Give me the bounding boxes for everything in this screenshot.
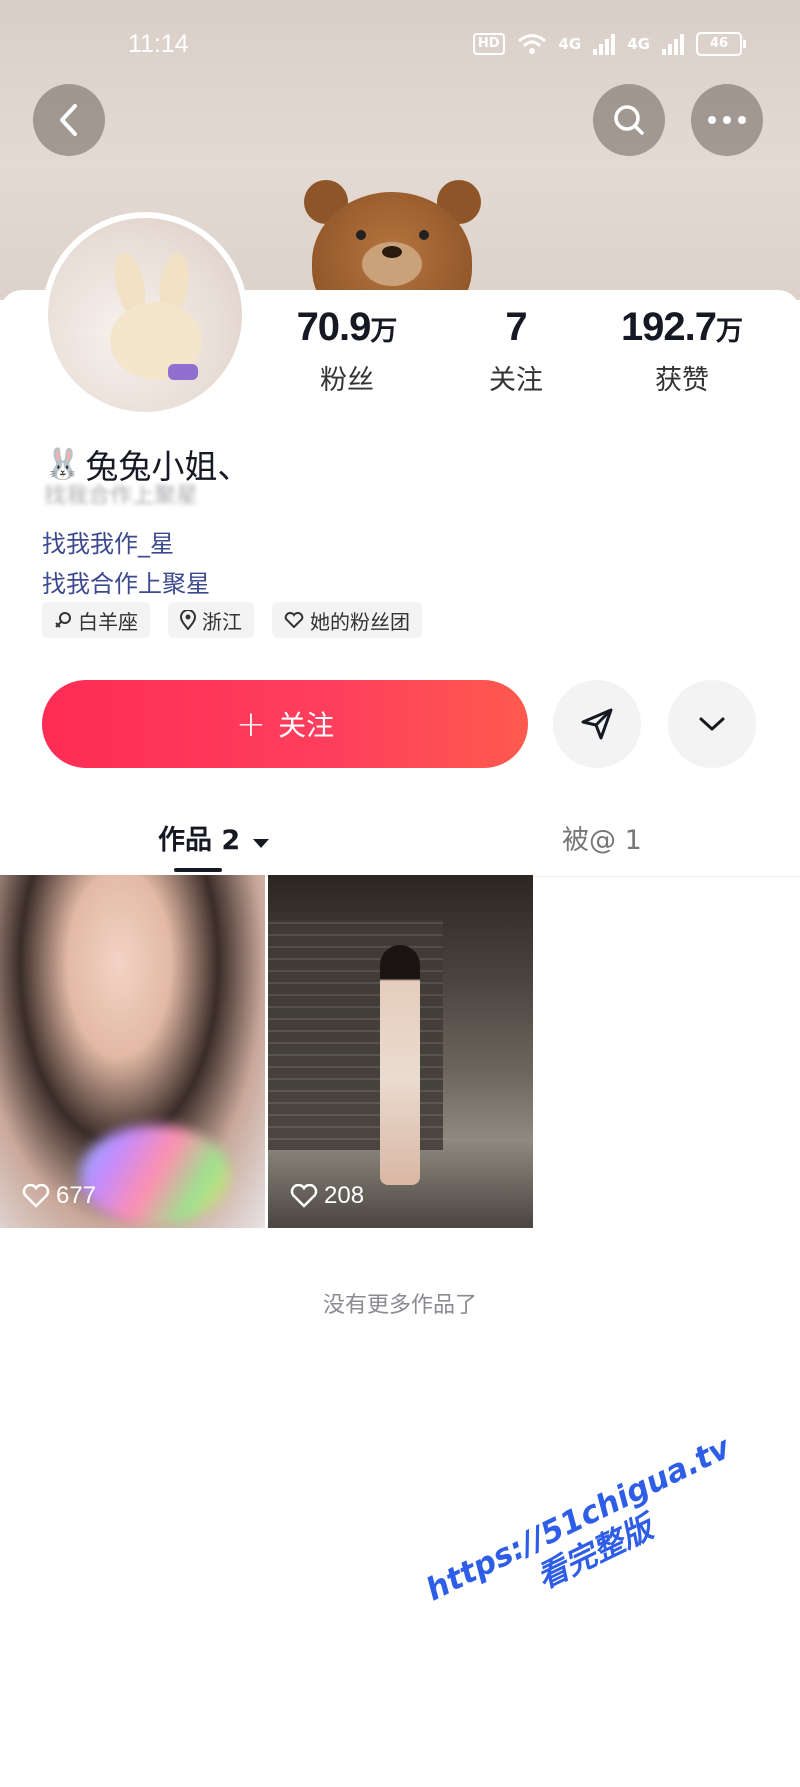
content-tabs: 作品 2 被@ 1 <box>0 800 800 877</box>
tag-fan-club[interactable]: 她的粉丝团 <box>272 602 422 638</box>
follow-button[interactable]: + 关注 <box>42 680 528 768</box>
location-icon <box>180 610 196 630</box>
stat-value: 70.9 <box>296 305 372 349</box>
bio-line-1: 找我我作_星 <box>42 530 174 558</box>
battery-icon: 46 <box>696 32 746 56</box>
stat-label: 粉丝 <box>320 365 374 396</box>
signal-icon-1 <box>593 33 616 55</box>
caret-down-icon <box>252 839 269 848</box>
search-icon <box>614 105 644 135</box>
stat-likes[interactable]: 192.7万 获赞 <box>592 305 772 397</box>
profile-tags: 白羊座 浙江 她的粉丝团 <box>42 602 422 638</box>
search-button[interactable] <box>593 84 665 156</box>
active-tab-indicator <box>174 868 222 872</box>
tag-location[interactable]: 浙江 <box>168 602 254 638</box>
heart-icon <box>284 612 304 628</box>
tag-label: 浙江 <box>202 609 242 634</box>
stat-label: 获赞 <box>655 365 709 396</box>
send-icon <box>581 708 613 740</box>
like-count-text: 208 <box>324 1182 365 1209</box>
zodiac-icon <box>55 612 71 628</box>
signal-icon-2 <box>662 33 684 55</box>
more-dots-icon <box>708 116 746 124</box>
expand-button[interactable] <box>668 680 756 768</box>
stat-label: 关注 <box>489 365 543 396</box>
hd-icon: HD <box>472 33 505 55</box>
no-more-works-text: 没有更多作品了 <box>322 1293 477 1318</box>
plus-icon: + <box>235 703 267 745</box>
video-thumbnail[interactable]: 677 <box>0 875 265 1228</box>
stat-value: 192.7 <box>620 305 717 349</box>
tab-label: 被@ 1 <box>562 825 642 856</box>
rabbit-emoji-icon: 🐰 <box>44 446 82 482</box>
stat-unit: 万 <box>370 316 398 347</box>
like-count: 677 <box>22 1182 96 1210</box>
status-time: 11:14 <box>128 30 189 58</box>
tab-label: 作品 2 <box>158 825 241 856</box>
video-thumbnail[interactable]: 208 <box>268 875 533 1228</box>
tag-label: 她的粉丝团 <box>310 609 410 634</box>
status-bar: 11:14 HD 4G 4G 46 <box>0 0 800 90</box>
system-icons: HD 4G 4G 46 <box>472 32 746 56</box>
profile-stats: 70.9万 粉丝 7 关注 192.7万 获赞 <box>0 305 800 415</box>
teddy-bear-image <box>300 180 485 300</box>
tag-label: 白羊座 <box>78 609 138 634</box>
chevron-left-icon <box>60 104 77 136</box>
tab-works[interactable]: 作品 2 <box>158 818 270 857</box>
more-button[interactable] <box>691 84 763 156</box>
blurred-signature: 找我合作上聚星 <box>44 484 199 504</box>
stat-followers[interactable]: 70.9万 粉丝 <box>257 305 437 397</box>
bio-line-2: 找我合作上聚星 <box>42 570 210 598</box>
network-label-1: 4G <box>558 35 582 53</box>
tab-mentions[interactable]: 被@ 1 <box>562 818 642 857</box>
like-count: 208 <box>290 1182 364 1210</box>
stat-unit: 万 <box>716 316 744 347</box>
network-label-2: 4G <box>627 35 650 53</box>
like-count-text: 677 <box>56 1182 97 1209</box>
person-figure-image <box>380 945 420 1185</box>
chevron-down-icon <box>699 717 725 731</box>
stat-value: 7 <box>505 305 527 349</box>
message-button[interactable] <box>553 680 641 768</box>
blurred-overlay-image <box>80 1125 230 1225</box>
stat-following[interactable]: 7 关注 <box>426 305 606 397</box>
follow-label: 关注 <box>278 709 335 742</box>
heart-outline-icon <box>290 1184 318 1208</box>
back-button[interactable] <box>33 84 105 156</box>
tag-zodiac[interactable]: 白羊座 <box>42 602 150 638</box>
heart-outline-icon <box>22 1184 50 1208</box>
wifi-icon <box>517 34 546 54</box>
